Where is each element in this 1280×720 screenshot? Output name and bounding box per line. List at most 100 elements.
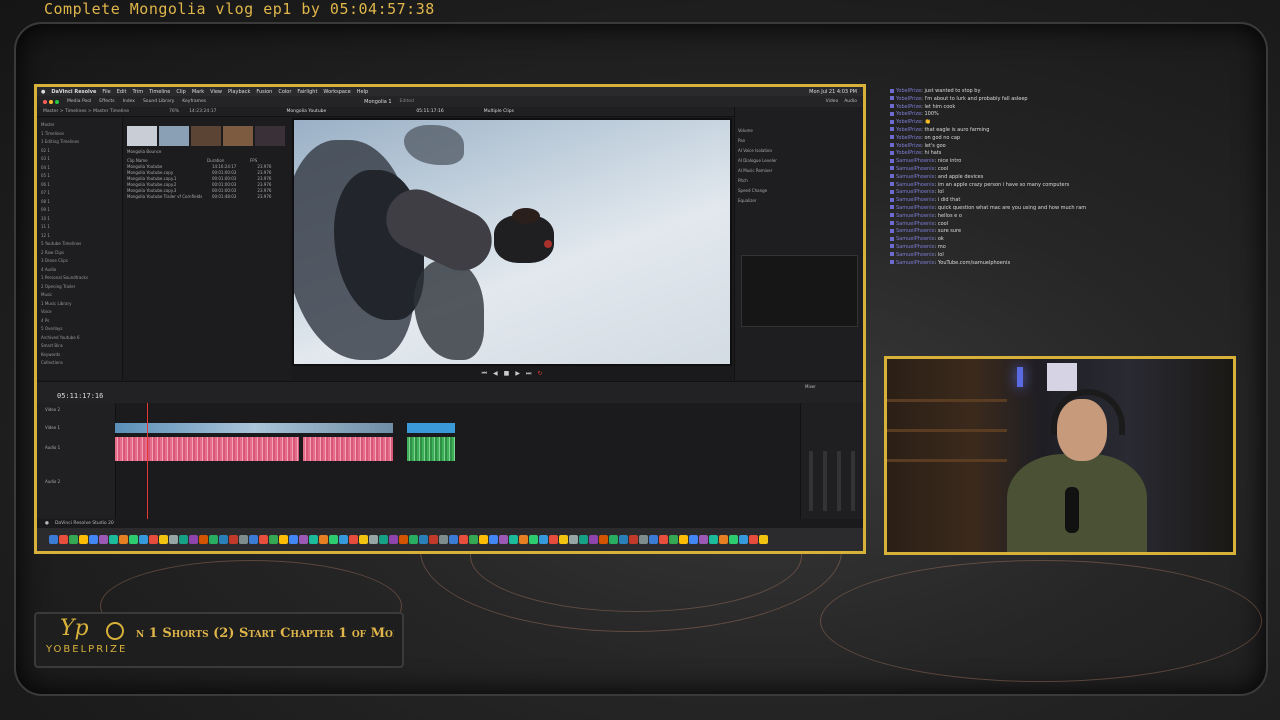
chat-username[interactable]: SamuelPhoenix xyxy=(896,252,935,258)
chat-username[interactable]: YobelPrize xyxy=(896,127,921,133)
chat-username[interactable]: SamuelPhoenix xyxy=(896,174,935,180)
inspector-tab-video[interactable]: Video xyxy=(826,99,839,104)
chat-username[interactable]: SamuelPhoenix xyxy=(896,244,935,250)
dock-app-icon[interactable] xyxy=(209,535,218,544)
sidebar-item[interactable]: 1 Music Library xyxy=(41,300,118,309)
dock-app-icon[interactable] xyxy=(709,535,718,544)
menu-edit[interactable]: Edit xyxy=(117,89,127,95)
menu-help[interactable]: Help xyxy=(357,89,368,95)
inspector-voice-isolation[interactable]: AI Voice Isolation xyxy=(738,146,860,156)
inspector-pitch[interactable]: Pitch xyxy=(738,176,860,186)
fader[interactable] xyxy=(851,451,855,511)
sidebar-item[interactable]: 4 Ps xyxy=(41,317,118,326)
dock-app-icon[interactable] xyxy=(169,535,178,544)
sidebar-item[interactable]: 1 Editing Timelines xyxy=(41,138,118,147)
dock-app-icon[interactable] xyxy=(639,535,648,544)
dock-app-icon[interactable] xyxy=(459,535,468,544)
sidebar-item[interactable]: 03 1 xyxy=(41,155,118,164)
skip-forward-icon[interactable]: ⏭ xyxy=(526,370,531,378)
menubar-clock[interactable]: Mon Jul 21 4:03 PM xyxy=(809,89,857,95)
sidebar-item[interactable]: 11 1 xyxy=(41,223,118,232)
chat-username[interactable]: SamuelPhoenix xyxy=(896,260,935,266)
dock-app-icon[interactable] xyxy=(749,535,758,544)
dock-app-icon[interactable] xyxy=(739,535,748,544)
chat-username[interactable]: YobelPrize xyxy=(896,104,921,110)
inspector-pan[interactable]: Pan xyxy=(738,136,860,146)
sidebar-item[interactable]: 1 Personal Soundtracks xyxy=(41,274,118,283)
dock-app-icon[interactable] xyxy=(269,535,278,544)
menu-app[interactable]: DaVinci Resolve xyxy=(51,89,96,95)
dock-app-icon[interactable] xyxy=(149,535,158,544)
chat-username[interactable]: YobelPrize xyxy=(896,88,921,94)
menu-playback[interactable]: Playback xyxy=(228,89,250,95)
dock-app-icon[interactable] xyxy=(109,535,118,544)
dock-app-icon[interactable] xyxy=(199,535,208,544)
dock-app-icon[interactable] xyxy=(59,535,68,544)
sidebar-item[interactable]: Keywords xyxy=(41,351,118,360)
chat-username[interactable]: SamuelPhoenix xyxy=(896,182,935,188)
sidebar-item[interactable]: 05 1 xyxy=(41,172,118,181)
sidebar-item[interactable]: 1 Timelines xyxy=(41,130,118,139)
video-viewer[interactable] xyxy=(292,118,732,366)
dock-app-icon[interactable] xyxy=(179,535,188,544)
chat-username[interactable]: SamuelPhoenix xyxy=(896,189,935,195)
dock-app-icon[interactable] xyxy=(439,535,448,544)
track-audio-2[interactable]: Audio 2 xyxy=(45,479,60,484)
dock-app-icon[interactable] xyxy=(549,535,558,544)
dock-app-icon[interactable] xyxy=(129,535,138,544)
sidebar-item[interactable]: 09 1 xyxy=(41,206,118,215)
sidebar-item[interactable]: Collections xyxy=(41,359,118,368)
sidebar-item[interactable]: 02 1 xyxy=(41,147,118,156)
dock-app-icon[interactable] xyxy=(649,535,658,544)
dock-app-icon[interactable] xyxy=(369,535,378,544)
menu-workspace[interactable]: Workspace xyxy=(323,89,350,95)
sidebar-item[interactable]: Archived Youtube 6 xyxy=(41,334,118,343)
dock-app-icon[interactable] xyxy=(239,535,248,544)
dock-app-icon[interactable] xyxy=(609,535,618,544)
menu-trim[interactable]: Trim xyxy=(132,89,143,95)
dock-app-icon[interactable] xyxy=(229,535,238,544)
sidebar-item[interactable]: 12 1 xyxy=(41,232,118,241)
stop-icon[interactable]: ■ xyxy=(504,370,510,377)
track-audio-1[interactable]: Audio 1 xyxy=(45,445,60,450)
menu-timeline[interactable]: Timeline xyxy=(149,89,170,95)
video-clip[interactable] xyxy=(115,423,393,433)
dock-app-icon[interactable] xyxy=(729,535,738,544)
chat-username[interactable]: SamuelPhoenix xyxy=(896,236,935,242)
menu-clip[interactable]: Clip xyxy=(176,89,185,95)
toolbar-index[interactable]: Index xyxy=(123,99,135,104)
inspector-speed-change[interactable]: Speed Change xyxy=(738,186,860,196)
sidebar-item[interactable]: 07 1 xyxy=(41,189,118,198)
dock-app-icon[interactable] xyxy=(509,535,518,544)
track-video-2[interactable]: Video 2 xyxy=(45,407,60,412)
dock-app-icon[interactable] xyxy=(139,535,148,544)
breadcrumb[interactable]: Master > Timelines > Master Timeline xyxy=(43,109,129,114)
dock-app-icon[interactable] xyxy=(519,535,528,544)
sidebar-item[interactable]: 06 1 xyxy=(41,181,118,190)
dock-app-icon[interactable] xyxy=(319,535,328,544)
dock-app-icon[interactable] xyxy=(329,535,338,544)
chat-username[interactable]: YobelPrize xyxy=(896,143,921,149)
dock-app-icon[interactable] xyxy=(669,535,678,544)
dock-app-icon[interactable] xyxy=(69,535,78,544)
dock-app-icon[interactable] xyxy=(449,535,458,544)
dock-app-icon[interactable] xyxy=(569,535,578,544)
dock-app-icon[interactable] xyxy=(119,535,128,544)
dock-app-icon[interactable] xyxy=(219,535,228,544)
audio-clip[interactable] xyxy=(115,437,299,461)
chat-username[interactable]: SamuelPhoenix xyxy=(896,158,935,164)
menu-mark[interactable]: Mark xyxy=(192,89,204,95)
dock-app-icon[interactable] xyxy=(349,535,358,544)
rewind-icon[interactable]: ◀ xyxy=(493,370,498,377)
toolbar-media-pool[interactable]: Media Pool xyxy=(67,99,91,104)
chat-username[interactable]: YobelPrize xyxy=(896,119,921,125)
dock-app-icon[interactable] xyxy=(659,535,668,544)
dock-app-icon[interactable] xyxy=(359,535,368,544)
dock-app-icon[interactable] xyxy=(469,535,478,544)
eq-graph[interactable] xyxy=(741,255,858,327)
dock-app-icon[interactable] xyxy=(419,535,428,544)
menu-fairlight[interactable]: Fairlight xyxy=(297,89,317,95)
inspector-tab-audio[interactable]: Audio xyxy=(844,99,857,104)
inspector-dialogue-leveler[interactable]: AI Dialogue Leveler xyxy=(738,156,860,166)
dock-app-icon[interactable] xyxy=(689,535,698,544)
